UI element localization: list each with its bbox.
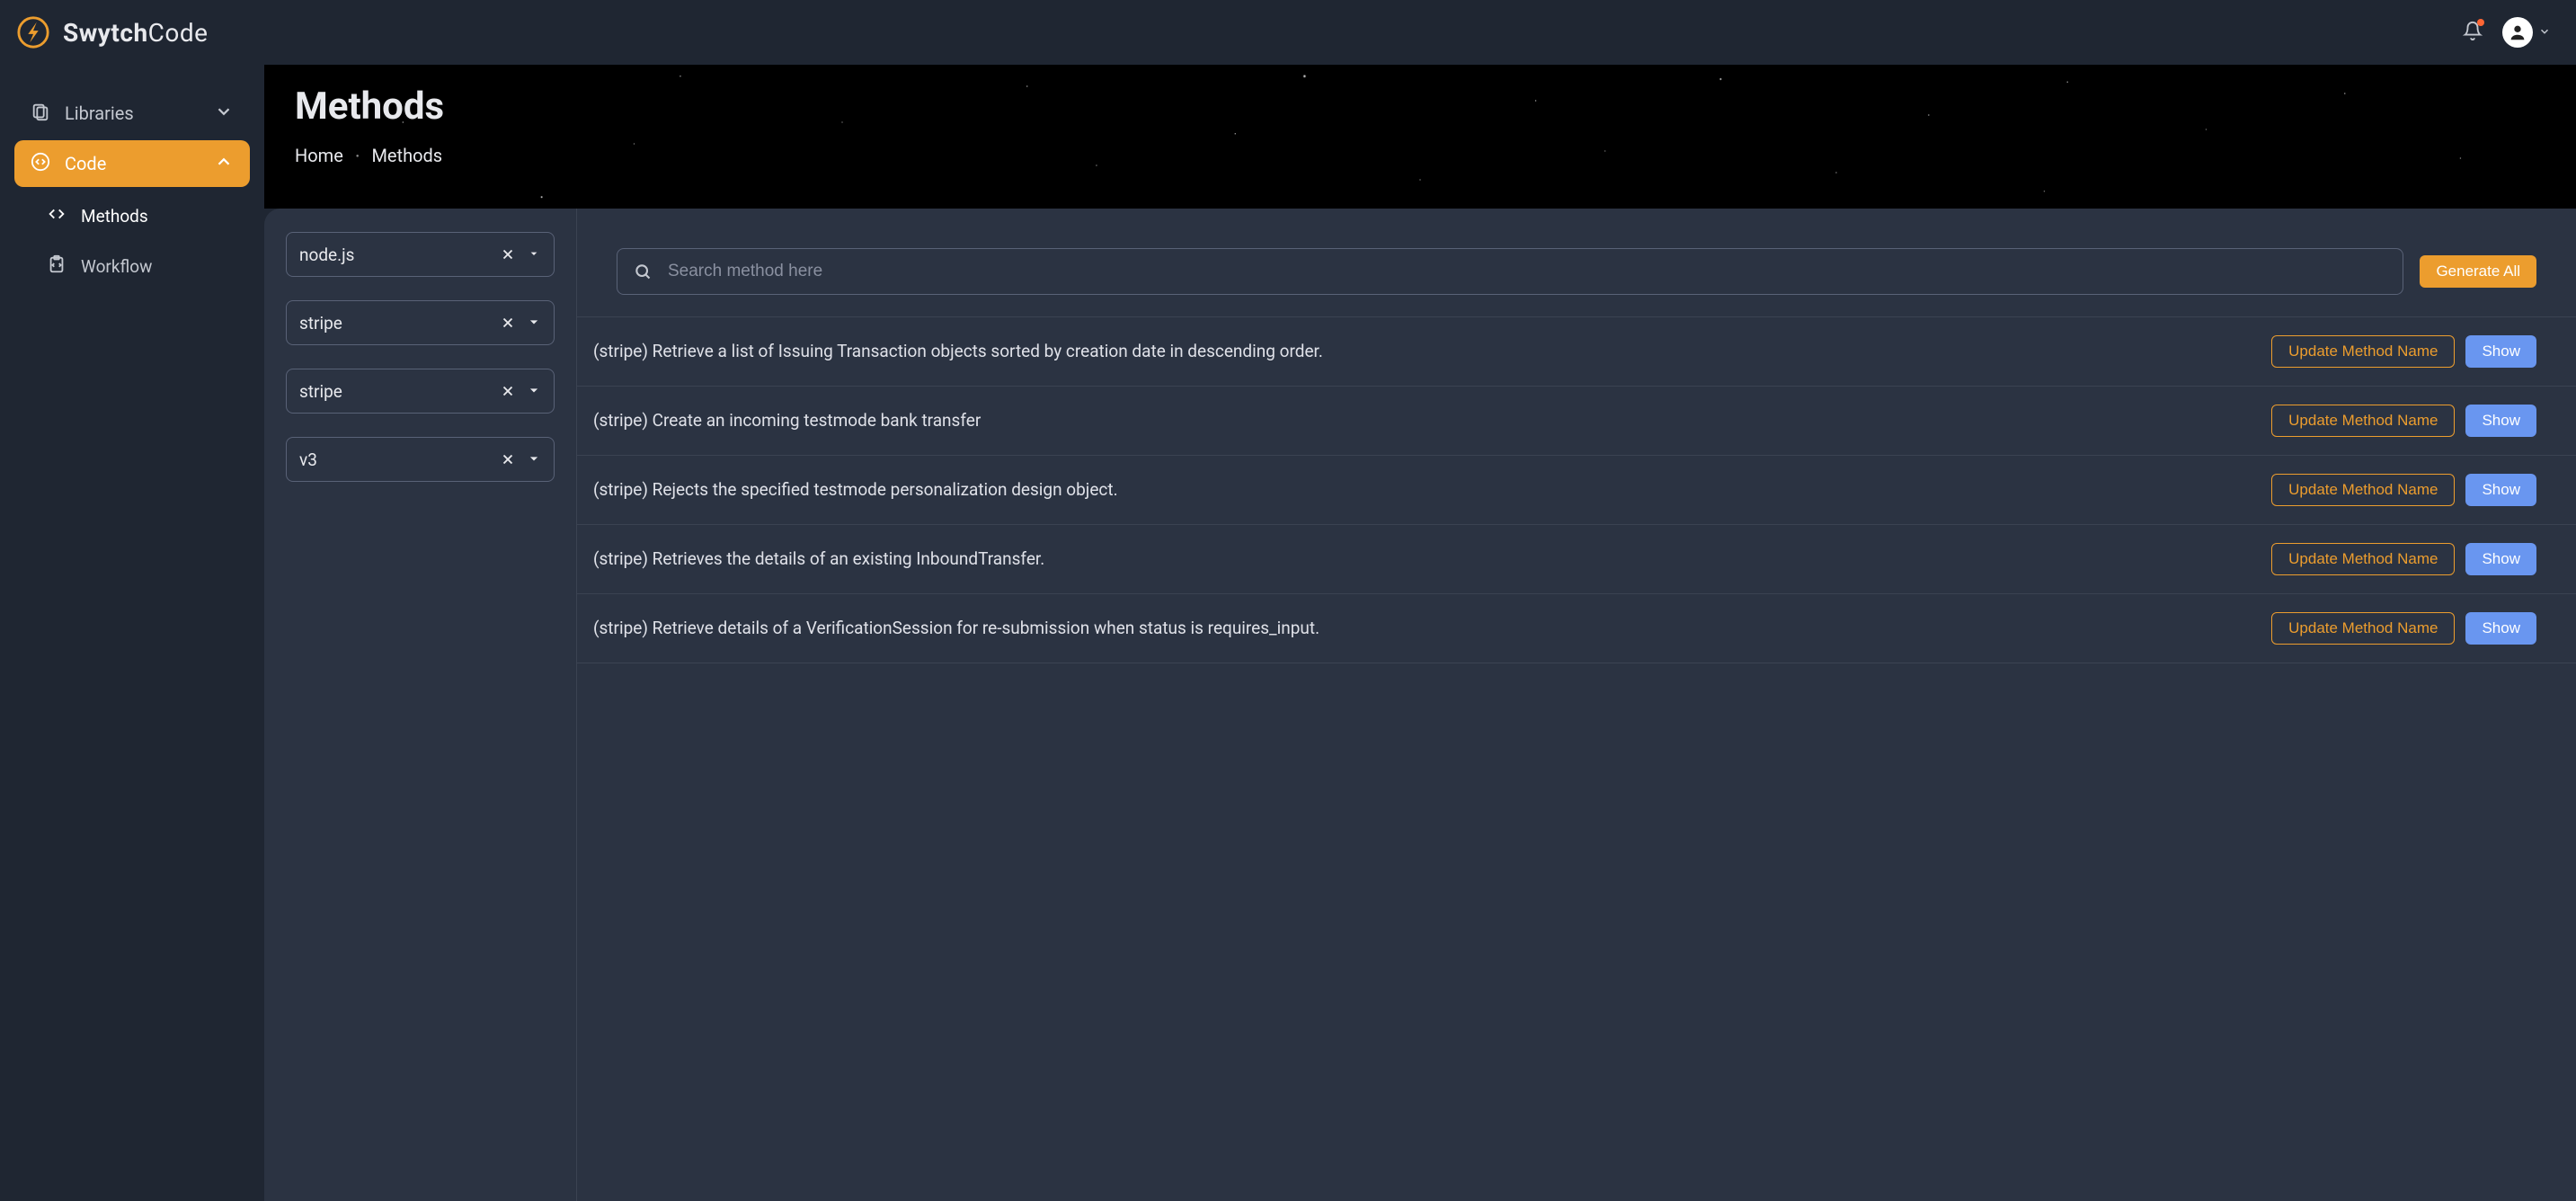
update-method-name-button[interactable]: Update Method Name <box>2271 474 2455 506</box>
sidebar-item-label: Workflow <box>81 256 152 277</box>
filter-value: node.js <box>299 245 500 265</box>
filter-panel: node.js stripe <box>264 209 577 1201</box>
caret-down-icon <box>527 313 541 334</box>
method-row: (stripe) Rejects the specified testmode … <box>577 456 2576 525</box>
avatar <box>2502 17 2533 48</box>
method-row: (stripe) Retrieve details of a Verificat… <box>577 594 2576 663</box>
sidebar-item-code[interactable]: Code <box>14 140 250 187</box>
filter-value: stripe <box>299 381 500 402</box>
show-button[interactable]: Show <box>2465 405 2536 437</box>
method-description: (stripe) Retrieve details of a Verificat… <box>593 616 2261 641</box>
show-button[interactable]: Show <box>2465 543 2536 575</box>
methods-list: (stripe) Retrieve a list of Issuing Tran… <box>577 316 2576 1201</box>
clear-icon[interactable] <box>500 246 516 262</box>
page-title: Methods <box>295 85 2545 129</box>
list-header: Generate All <box>577 209 2576 316</box>
notification-dot <box>2477 19 2484 26</box>
caret-down-icon <box>527 449 541 470</box>
clipboard-icon <box>47 254 67 279</box>
filter-value: v3 <box>299 449 500 470</box>
method-description: (stripe) Create an incoming testmode ban… <box>593 408 2261 433</box>
sidebar: SwytchCode Libraries <box>0 0 264 1201</box>
filter-language-select[interactable]: node.js <box>286 232 555 277</box>
update-method-name-button[interactable]: Update Method Name <box>2271 612 2455 645</box>
method-description: (stripe) Retrieves the details of an exi… <box>593 547 2261 572</box>
sidebar-sub-workflow[interactable]: Workflow <box>31 243 250 289</box>
brand-strong: Swytch <box>63 18 148 48</box>
filter-version-select[interactable]: v3 <box>286 437 555 482</box>
caret-down-icon <box>527 381 541 402</box>
update-method-name-button[interactable]: Update Method Name <box>2271 335 2455 368</box>
method-description: (stripe) Rejects the specified testmode … <box>593 477 2261 503</box>
update-method-name-button[interactable]: Update Method Name <box>2271 543 2455 575</box>
caret-down-icon <box>527 245 541 265</box>
show-button[interactable]: Show <box>2465 612 2536 645</box>
code-brackets-icon <box>47 204 67 228</box>
clear-icon[interactable] <box>500 451 516 467</box>
breadcrumb-separator: ● <box>356 153 360 159</box>
main: Methods Home ● Methods node.js <box>264 0 2576 1201</box>
libraries-icon <box>31 102 50 126</box>
brand[interactable]: SwytchCode <box>0 0 264 65</box>
sidebar-item-libraries[interactable]: Libraries <box>14 90 250 137</box>
code-circle-icon <box>31 152 50 176</box>
content-card: node.js stripe <box>264 209 2576 1201</box>
chevron-down-icon <box>214 102 234 126</box>
chevron-up-icon <box>214 152 234 176</box>
filter-value: stripe <box>299 313 500 334</box>
user-menu[interactable] <box>2502 17 2551 48</box>
clear-icon[interactable] <box>500 383 516 399</box>
chevron-down-icon <box>2538 24 2551 41</box>
topbar <box>264 0 2576 65</box>
search-input[interactable] <box>668 262 2386 281</box>
clear-icon[interactable] <box>500 315 516 331</box>
brand-name: SwytchCode <box>63 18 209 48</box>
filter-service-select[interactable]: stripe <box>286 369 555 414</box>
sidebar-item-label: Methods <box>81 206 148 227</box>
sidebar-sub-methods[interactable]: Methods <box>31 192 250 239</box>
sidebar-sub-code: Methods Workflow <box>14 192 250 289</box>
methods-area: Generate All (stripe) Retrieve a list of… <box>577 209 2576 1201</box>
sidebar-nav: Libraries Code <box>0 65 264 293</box>
show-button[interactable]: Show <box>2465 335 2536 368</box>
method-row: (stripe) Retrieves the details of an exi… <box>577 525 2576 594</box>
sidebar-item-label: Code <box>65 153 106 174</box>
brand-light: Code <box>148 18 209 48</box>
brand-logo-icon <box>16 15 50 49</box>
method-description: (stripe) Retrieve a list of Issuing Tran… <box>593 339 2261 364</box>
sidebar-item-label: Libraries <box>65 102 134 124</box>
generate-all-button[interactable]: Generate All <box>2420 255 2536 288</box>
show-button[interactable]: Show <box>2465 474 2536 506</box>
breadcrumb-home[interactable]: Home <box>295 145 343 166</box>
filter-provider-select[interactable]: stripe <box>286 300 555 345</box>
notifications-button[interactable] <box>2463 21 2483 44</box>
person-icon <box>2508 22 2527 42</box>
breadcrumb: Home ● Methods <box>295 145 2545 166</box>
method-row: (stripe) Retrieve a list of Issuing Tran… <box>577 316 2576 387</box>
search-icon <box>634 262 652 280</box>
method-row: (stripe) Create an incoming testmode ban… <box>577 387 2576 456</box>
update-method-name-button[interactable]: Update Method Name <box>2271 405 2455 437</box>
page-header: Methods Home ● Methods <box>264 65 2576 209</box>
breadcrumb-current: Methods <box>371 145 442 166</box>
search-input-wrapper[interactable] <box>617 248 2403 295</box>
